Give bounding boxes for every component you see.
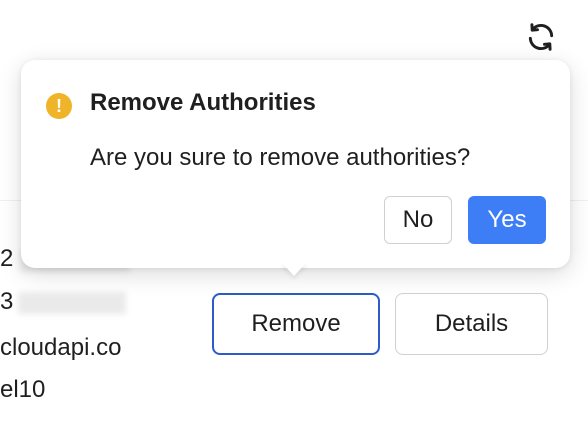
table-cell-text: 3 [0,288,14,315]
table-cell-text: cloudapi.co [0,334,122,361]
refresh-button[interactable] [522,18,560,56]
details-button[interactable]: Details [395,293,548,355]
refresh-icon [528,23,554,51]
remove-authorities-popconfirm: ! Remove Authorities Are you sure to rem… [21,60,570,268]
table-cell-text: 2 [0,245,14,272]
redacted-block [18,292,126,314]
page: 2 3 cloudapi.co el10 Remove Details ! Re… [0,0,588,424]
cancel-button[interactable]: No [384,196,452,244]
remove-button[interactable]: Remove [212,293,380,355]
table-cell-text: el10 [0,376,46,403]
confirm-button[interactable]: Yes [468,196,546,244]
exclamation-icon: ! [46,93,72,119]
popconfirm-arrow [281,262,307,276]
popconfirm-description: Are you sure to remove authorities? [90,144,471,171]
popconfirm-title: Remove Authorities [90,89,316,116]
